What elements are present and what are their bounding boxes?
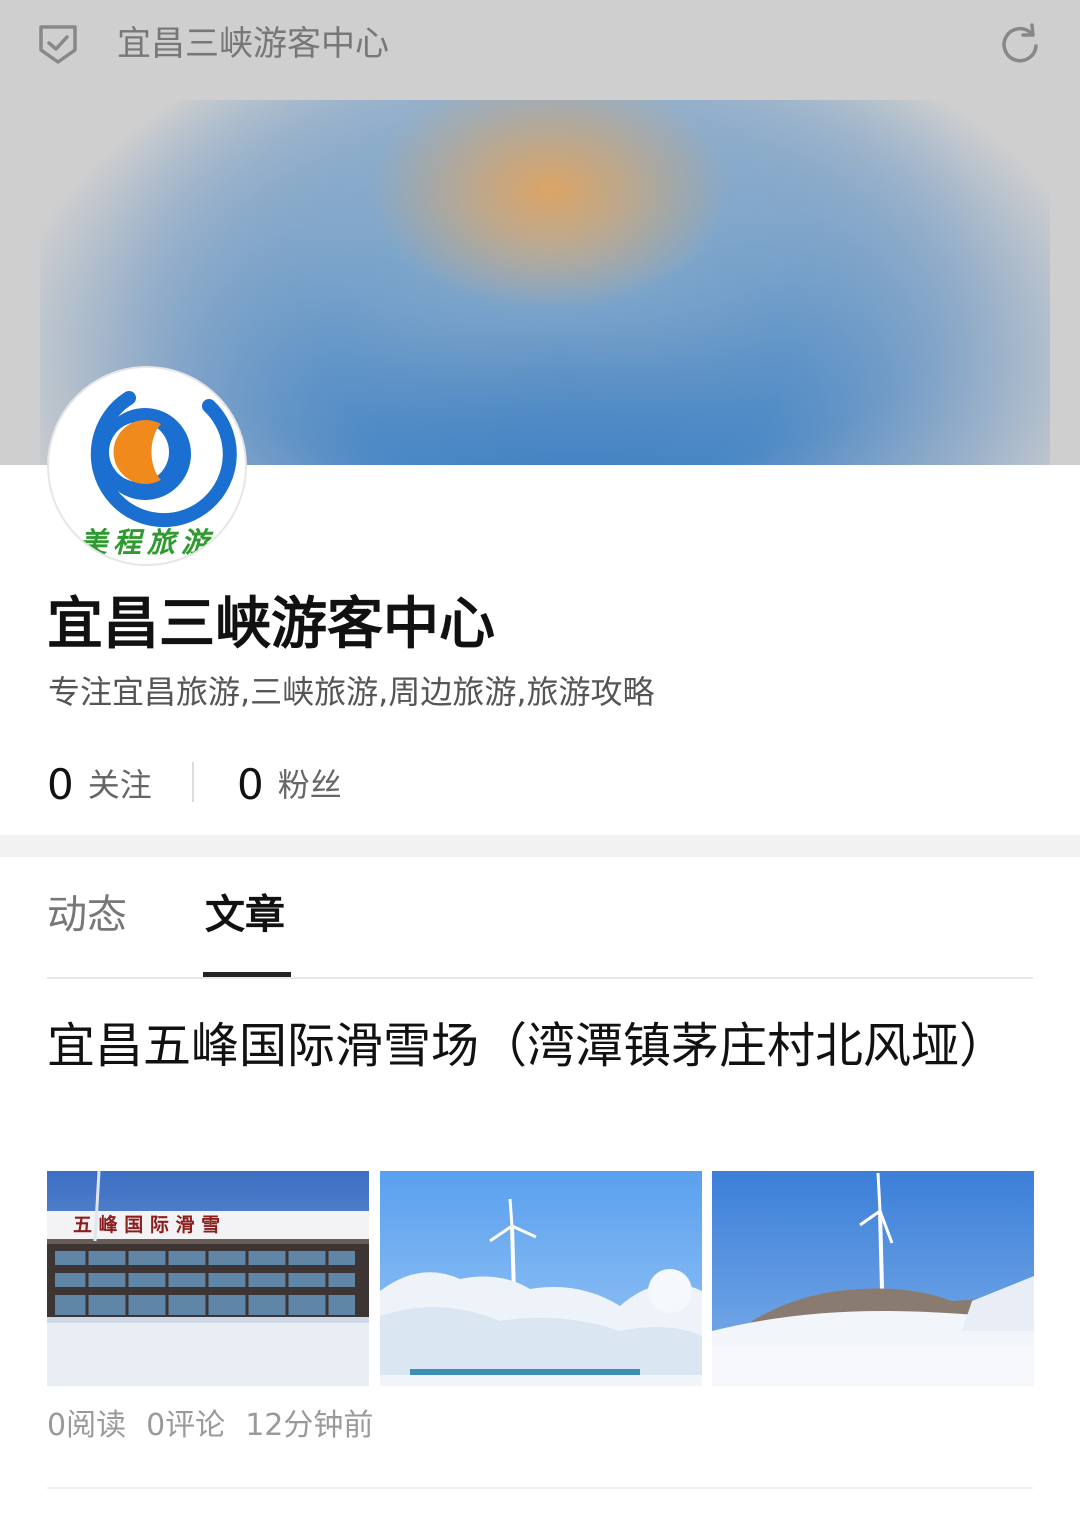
tab-bar: 动态 文章 <box>0 857 1080 979</box>
article-meta: 0阅读 0评论 12分钟前 <box>47 1404 393 1448</box>
article-comment-count: 0评论 <box>146 1408 226 1443</box>
profile-name: 宜昌三峡游客中心 <box>47 592 495 657</box>
logo-text: 美程旅游 <box>78 526 215 559</box>
article-thumbnails: 五 峰 国 际 滑 雪 <box>47 1171 1034 1386</box>
article-thumbnail-2[interactable] <box>380 1171 702 1386</box>
section-divider <box>0 835 1080 857</box>
refresh-icon[interactable] <box>998 22 1044 68</box>
following-label: 关注 <box>87 766 152 804</box>
article-thumbnail-3[interactable] <box>712 1171 1034 1386</box>
followers-count: 0 <box>237 760 264 809</box>
tabs-underline <box>47 977 1033 979</box>
following-stat[interactable]: 0 关注 <box>47 760 152 810</box>
article-thumbnail-1[interactable]: 五 峰 国 际 滑 雪 <box>47 1171 369 1386</box>
top-bar-title: 宜昌三峡游客中心 <box>117 24 389 64</box>
top-bar: 宜昌三峡游客中心 <box>0 0 1080 100</box>
avatar[interactable]: 美程旅游 <box>47 366 247 566</box>
tab-dynamic[interactable]: 动态 <box>47 889 127 941</box>
followers-label: 粉丝 <box>277 766 342 804</box>
following-count: 0 <box>47 760 74 809</box>
article-divider <box>47 1487 1033 1489</box>
stats-divider <box>192 762 194 802</box>
shield-check-icon[interactable] <box>36 22 80 66</box>
tab-articles[interactable]: 文章 <box>205 889 285 941</box>
article-title[interactable]: 宜昌五峰国际滑雪场（湾潭镇茅庄村北风垭） <box>47 1010 1037 1082</box>
followers-stat[interactable]: 0 粉丝 <box>237 760 342 810</box>
article-timestamp: 12分钟前 <box>245 1408 374 1443</box>
article-read-count: 0阅读 <box>47 1408 127 1443</box>
profile-description: 专注宜昌旅游,三峡旅游,周边旅游,旅游攻略 <box>48 673 655 711</box>
